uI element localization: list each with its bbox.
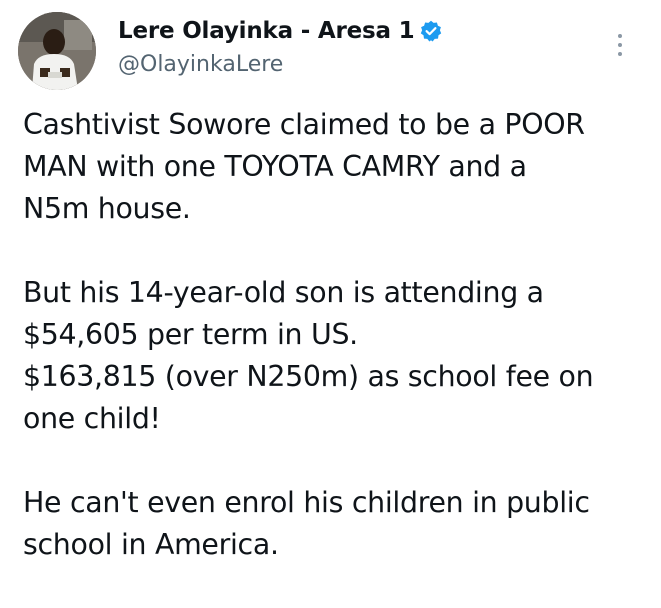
- tweet-line: $163,815 (over N250m) as school fee on: [23, 360, 594, 393]
- tweet-card: Lere Olayinka - Aresa 1 @OlayinkaLere Ca…: [0, 0, 661, 575]
- more-dot: [618, 34, 622, 38]
- tweet-line: MAN with one TOYOTA CAMRY and a: [23, 150, 527, 183]
- tweet-line: one child!: [23, 402, 161, 435]
- tweet-line: school in America.: [23, 528, 279, 561]
- avatar[interactable]: [18, 12, 96, 90]
- profile-photo-icon: [18, 12, 96, 90]
- tweet-paragraph: He can't even enrol his children in publ…: [23, 482, 648, 566]
- tweet-line: But his 14-year-old son is attending a: [23, 276, 544, 309]
- tweet-line: N5m house.: [23, 192, 191, 225]
- tweet-author: Lere Olayinka - Aresa 1 @OlayinkaLere: [118, 14, 442, 77]
- tweet-line: $54,605 per term in US.: [23, 318, 358, 351]
- user-handle[interactable]: @OlayinkaLere: [118, 52, 442, 77]
- tweet-line: Cashtivist Sowore claimed to be a POOR: [23, 108, 585, 141]
- tweet-line: He can't even enrol his children in publ…: [23, 486, 590, 519]
- display-name[interactable]: Lere Olayinka - Aresa 1: [118, 18, 415, 44]
- more-options-icon[interactable]: [608, 28, 632, 62]
- tweet-paragraph: But his 14-year-old son is attending a $…: [23, 272, 648, 440]
- verified-badge-icon: [420, 20, 442, 42]
- tweet-paragraph: Cashtivist Sowore claimed to be a POOR M…: [23, 104, 648, 230]
- tweet-text: Cashtivist Sowore claimed to be a POOR M…: [23, 104, 648, 608]
- more-dot: [618, 52, 622, 56]
- name-row: Lere Olayinka - Aresa 1: [118, 14, 442, 48]
- more-dot: [618, 43, 622, 47]
